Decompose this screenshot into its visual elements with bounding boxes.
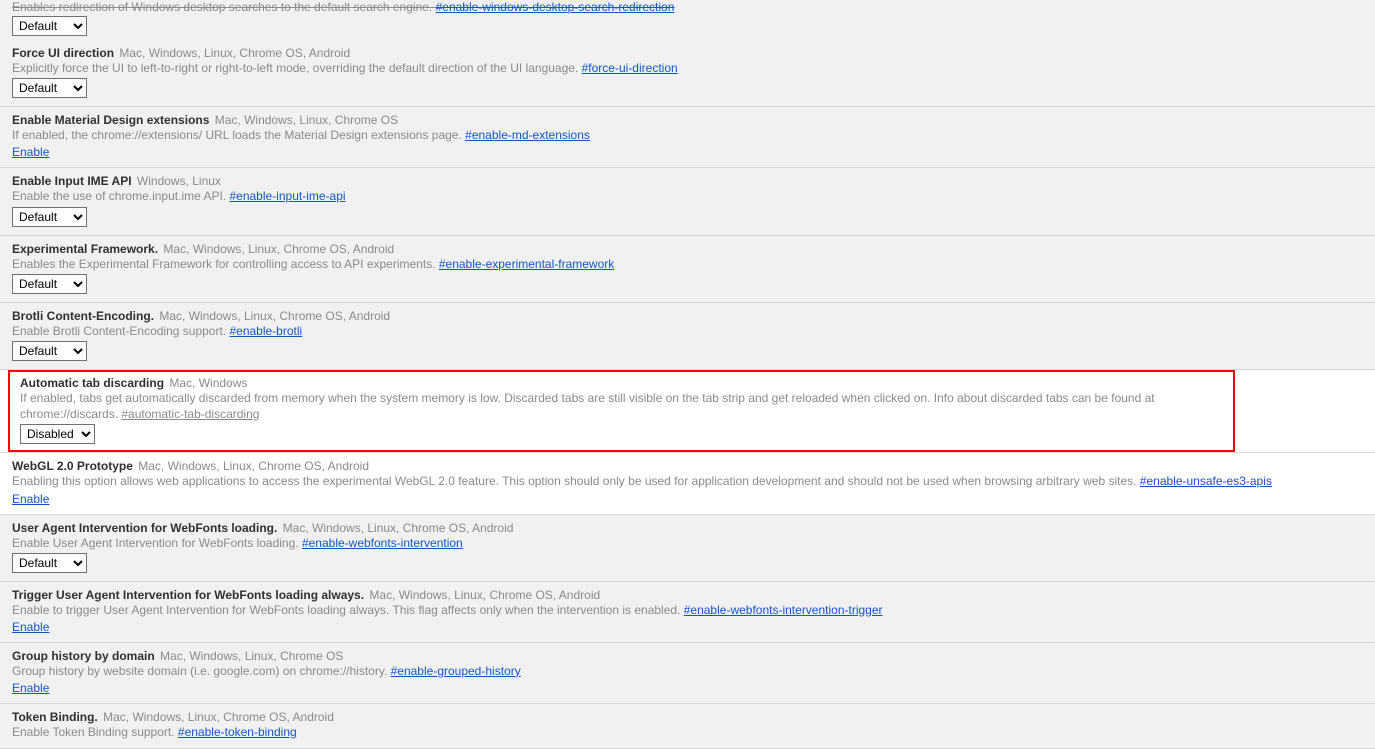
flag-title: Experimental Framework.: [12, 242, 158, 256]
flag-hash-link[interactable]: #enable-input-ime-api: [229, 189, 345, 203]
flag-select-exp-fw[interactable]: Default: [12, 274, 87, 294]
flag-description: Enables redirection of Windows desktop s…: [12, 0, 436, 14]
flag-title: Force UI direction: [12, 46, 114, 60]
flag-row-group-history: Group history by domain Mac, Windows, Li…: [0, 643, 1375, 704]
flag-title: Group history by domain: [12, 649, 155, 663]
flag-hash-link[interactable]: #force-ui-direction: [582, 61, 678, 75]
flag-description: Enable to trigger User Agent Interventio…: [12, 603, 684, 617]
flag-row-tab-discard: Automatic tab discarding Mac, WindowsIf …: [0, 370, 1375, 453]
flag-row-truncated: Enables redirection of Windows desktop s…: [0, 0, 1375, 40]
flag-platforms: Mac, Windows, Linux, Chrome OS, Android: [135, 459, 369, 473]
flag-select-tab-discard[interactable]: Disabled: [20, 424, 95, 444]
flag-row-webgl2: WebGL 2.0 Prototype Mac, Windows, Linux,…: [0, 453, 1375, 514]
flag-title: Enable Material Design extensions: [12, 113, 209, 127]
enable-link-md-ext[interactable]: Enable: [12, 145, 49, 159]
flag-hash-link[interactable]: #enable-grouped-history: [391, 664, 521, 678]
flag-description: Enabling this option allows web applicat…: [12, 474, 1140, 488]
flag-title: User Agent Intervention for WebFonts loa…: [12, 521, 277, 535]
flag-row-md-ext: Enable Material Design extensions Mac, W…: [0, 107, 1375, 168]
flag-platforms: Mac, Windows, Linux, Chrome OS, Android: [366, 588, 600, 602]
flag-hash-link[interactable]: #enable-webfonts-intervention-trigger: [684, 603, 883, 617]
flag-hash-link[interactable]: #enable-brotli: [229, 324, 302, 338]
enable-link-group-history[interactable]: Enable: [12, 681, 49, 695]
flag-platforms: Mac, Windows, Linux, Chrome OS, Android: [116, 46, 350, 60]
flag-platforms: Mac, Windows, Linux, Chrome OS, Android: [160, 242, 394, 256]
flag-row-webfonts: User Agent Intervention for WebFonts loa…: [0, 515, 1375, 582]
flag-description: Enable Token Binding support.: [12, 725, 178, 739]
flag-platforms: Mac, Windows: [166, 376, 247, 390]
flag-row-force-ui: Force UI direction Mac, Windows, Linux, …: [0, 40, 1375, 107]
flag-title: Trigger User Agent Intervention for WebF…: [12, 588, 364, 602]
flag-row-brotli: Brotli Content-Encoding. Mac, Windows, L…: [0, 303, 1375, 370]
enable-link-webgl2[interactable]: Enable: [12, 492, 49, 506]
flag-platforms: Windows, Linux: [134, 174, 221, 188]
flag-hash-link[interactable]: #automatic-tab-discarding: [121, 407, 259, 421]
flag-select-brotli[interactable]: Default: [12, 341, 87, 361]
flag-select-webfonts[interactable]: Default: [12, 553, 87, 573]
flag-hash-link[interactable]: #enable-unsafe-es3-apis: [1140, 474, 1272, 488]
flag-row-webfonts-trigger: Trigger User Agent Intervention for WebF…: [0, 582, 1375, 643]
flag-row-token-binding: Token Binding. Mac, Windows, Linux, Chro…: [0, 704, 1375, 749]
flag-description: If enabled, the chrome://extensions/ URL…: [12, 128, 465, 142]
flag-hash-link[interactable]: #enable-md-extensions: [465, 128, 590, 142]
flag-hash-link[interactable]: #enable-token-binding: [178, 725, 297, 739]
enable-link-webfonts-trigger[interactable]: Enable: [12, 620, 49, 634]
flag-row-ime: Enable Input IME API Windows, LinuxEnabl…: [0, 168, 1375, 235]
flag-select-force-ui[interactable]: Default: [12, 78, 87, 98]
flag-row-exp-fw: Experimental Framework. Mac, Windows, Li…: [0, 236, 1375, 303]
flag-description: Enable Brotli Content-Encoding support.: [12, 324, 229, 338]
flag-platforms: Mac, Windows, Linux, Chrome OS, Android: [156, 309, 390, 323]
flag-title: Token Binding.: [12, 710, 98, 724]
flag-title: WebGL 2.0 Prototype: [12, 459, 133, 473]
flag-hash-link[interactable]: #enable-windows-desktop-search-redirecti…: [436, 0, 675, 14]
flag-platforms: Mac, Windows, Linux, Chrome OS, Android: [279, 521, 513, 535]
flag-title: Enable Input IME API: [12, 174, 132, 188]
flag-platforms: Mac, Windows, Linux, Chrome OS: [211, 113, 398, 127]
flag-hash-link[interactable]: #enable-experimental-framework: [439, 257, 614, 271]
flag-description: Enable the use of chrome.input.ime API.: [12, 189, 229, 203]
flag-hash-link[interactable]: #enable-webfonts-intervention: [302, 536, 463, 550]
flag-select[interactable]: Default: [12, 16, 87, 36]
flag-description: Group history by website domain (i.e. go…: [12, 664, 391, 678]
flag-title: Brotli Content-Encoding.: [12, 309, 154, 323]
flag-platforms: Mac, Windows, Linux, Chrome OS, Android: [100, 710, 334, 724]
flag-title: Automatic tab discarding: [20, 376, 164, 390]
flag-platforms: Mac, Windows, Linux, Chrome OS: [157, 649, 344, 663]
flag-description: Explicitly force the UI to left-to-right…: [12, 61, 582, 75]
flag-description: Enables the Experimental Framework for c…: [12, 257, 439, 271]
flag-description: Enable User Agent Intervention for WebFo…: [12, 536, 302, 550]
flag-select-ime[interactable]: Default: [12, 207, 87, 227]
